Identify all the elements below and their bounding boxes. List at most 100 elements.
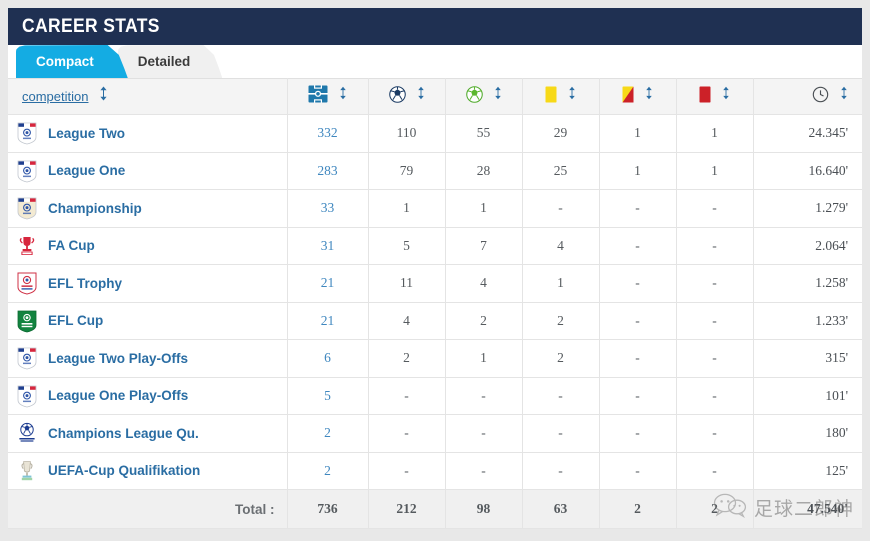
competition-link[interactable]: League Two Play-Offs bbox=[48, 351, 188, 366]
red-cards-cell: - bbox=[676, 302, 754, 340]
competition-cell: League One Play-Offs bbox=[8, 377, 288, 415]
competition-link[interactable]: League One Play-Offs bbox=[48, 388, 188, 403]
efl-trophy-badge bbox=[16, 271, 38, 295]
sort-updown-icon[interactable] bbox=[722, 86, 730, 105]
red-cards-cell: - bbox=[676, 264, 754, 303]
appearances-cell: 332 bbox=[287, 114, 369, 153]
red-cards-cell: - bbox=[676, 377, 754, 415]
yellow-cards-cell: 1 bbox=[522, 264, 600, 303]
red-cards-cell: - bbox=[676, 339, 754, 378]
column-header-yellow-cards[interactable] bbox=[522, 78, 600, 115]
efl-cup-badge bbox=[16, 309, 38, 333]
table-row: FA Cup 31 5 7 4- -2.064' bbox=[8, 227, 862, 265]
table-row: League Two 332 110 55 29 1 1 24.345' bbox=[8, 114, 862, 153]
header-row: competition bbox=[8, 78, 862, 115]
uefa-cup-badge bbox=[16, 459, 38, 483]
efl-league-two-badge bbox=[16, 121, 38, 145]
column-header-goals[interactable] bbox=[368, 78, 446, 115]
second-yellow-cards-cell: - bbox=[599, 227, 677, 265]
red-cards-cell: - bbox=[676, 414, 754, 453]
efl-league-two-badge bbox=[16, 346, 38, 370]
sort-updown-icon[interactable] bbox=[417, 86, 425, 105]
column-header-assists[interactable] bbox=[445, 78, 523, 115]
competition-link[interactable]: Champions League Qu. bbox=[48, 426, 199, 441]
tab-detailed[interactable]: Detailed bbox=[117, 45, 223, 78]
goals-cell: 79 bbox=[368, 152, 446, 190]
fa-cup-badge bbox=[16, 234, 38, 258]
red-cards-cell: - bbox=[676, 189, 754, 228]
second-yellow-cards-cell: - bbox=[599, 377, 677, 415]
sort-updown-icon[interactable] bbox=[840, 86, 848, 105]
pitch-icon bbox=[308, 85, 328, 108]
efl-championship-badge bbox=[16, 196, 38, 220]
red-card-icon bbox=[699, 86, 711, 108]
minutes-cell: 2.064' bbox=[753, 227, 862, 265]
column-header-second-yellow-cards[interactable] bbox=[599, 78, 677, 115]
table-body: League Two 332 110 55 29 1 1 24.345' League One… bbox=[8, 114, 862, 490]
total-yellow-cards: 63 bbox=[522, 489, 600, 529]
appearances-cell: 31 bbox=[287, 227, 369, 265]
column-header-red-cards[interactable] bbox=[676, 78, 754, 115]
yellow-cards-cell: - bbox=[522, 452, 600, 490]
table-row: Championship 33 1 1- - -1.279' bbox=[8, 189, 862, 228]
tab-detailed-label: Detailed bbox=[137, 54, 191, 69]
minutes-cell: 1.233' bbox=[753, 302, 862, 340]
competition-link[interactable]: EFL Cup bbox=[48, 313, 103, 328]
career-stats-card: CAREER STATS Compact Detailed competitio… bbox=[8, 8, 862, 529]
tab-compact[interactable]: Compact bbox=[16, 45, 128, 78]
sort-updown-icon[interactable] bbox=[645, 86, 653, 105]
goals-cell: 5 bbox=[368, 227, 446, 265]
competition-cell: EFL Cup bbox=[8, 302, 288, 340]
total-row: Total : 736 212 98 63 2 2 47.540' bbox=[8, 489, 862, 529]
second-yellow-cards-cell: - bbox=[599, 452, 677, 490]
soccer-ball-dark-icon bbox=[388, 85, 406, 108]
sort-updown-icon[interactable] bbox=[494, 86, 502, 105]
competition-link[interactable]: League Two bbox=[48, 126, 125, 141]
page-root: CAREER STATS Compact Detailed competitio… bbox=[0, 0, 870, 541]
competition-link[interactable]: UEFA-Cup Qualifikation bbox=[48, 463, 200, 478]
sort-updown-icon[interactable] bbox=[339, 86, 347, 105]
assists-cell: 1 bbox=[445, 189, 523, 228]
competition-cell: EFL Trophy bbox=[8, 264, 288, 303]
competition-link[interactable]: Championship bbox=[48, 201, 142, 216]
second-yellow-card-icon bbox=[622, 86, 634, 108]
competition-cell: Championship bbox=[8, 189, 288, 228]
tab-bar: Compact Detailed bbox=[8, 45, 862, 78]
total-goals: 212 bbox=[368, 489, 446, 529]
minutes-cell: 315' bbox=[753, 339, 862, 378]
table-row: League One Play-Offs 5- - - - -101' bbox=[8, 377, 862, 415]
yellow-cards-cell: - bbox=[522, 377, 600, 415]
tab-compact-label: Compact bbox=[36, 54, 94, 69]
yellow-cards-cell: 29 bbox=[522, 114, 600, 153]
competition-cell: FA Cup bbox=[8, 227, 288, 265]
table-row: EFL Trophy 21 11 4 1- -1.258' bbox=[8, 264, 862, 303]
table-footer: Total : 736 212 98 63 2 2 47.540' bbox=[8, 489, 862, 529]
column-header-appearances[interactable] bbox=[287, 78, 369, 115]
table-header: competition bbox=[8, 78, 862, 115]
page-title: CAREER STATS bbox=[22, 15, 160, 37]
competition-link[interactable]: League One bbox=[48, 163, 125, 178]
appearances-cell: 21 bbox=[287, 302, 369, 340]
goals-cell: 110 bbox=[368, 114, 446, 153]
competition-link[interactable]: FA Cup bbox=[48, 238, 95, 253]
goals-cell: 2 bbox=[368, 339, 446, 378]
clock-icon bbox=[812, 86, 829, 108]
sort-updown-icon[interactable] bbox=[568, 86, 576, 105]
assists-cell: 1 bbox=[445, 339, 523, 378]
competition-link[interactable]: EFL Trophy bbox=[48, 276, 122, 291]
total-red-cards: 2 bbox=[676, 489, 754, 529]
competition-sort-link[interactable]: competition bbox=[22, 89, 88, 104]
goals-cell: - bbox=[368, 414, 446, 453]
table-row: UEFA-Cup Qualifikation 2- - - - -125' bbox=[8, 452, 862, 490]
red-cards-cell: 1 bbox=[676, 114, 754, 153]
minutes-cell: 24.345' bbox=[753, 114, 862, 153]
column-header-minutes[interactable] bbox=[753, 78, 862, 115]
appearances-cell: 5 bbox=[287, 377, 369, 415]
yellow-cards-cell: - bbox=[522, 189, 600, 228]
minutes-cell: 101' bbox=[753, 377, 862, 415]
table-row: League One 283 79 28 25 1 1 16.640' bbox=[8, 152, 862, 190]
second-yellow-cards-cell: 1 bbox=[599, 114, 677, 153]
yellow-cards-cell: - bbox=[522, 414, 600, 453]
sort-updown-icon[interactable] bbox=[99, 86, 108, 106]
column-header-competition[interactable]: competition bbox=[8, 78, 288, 115]
